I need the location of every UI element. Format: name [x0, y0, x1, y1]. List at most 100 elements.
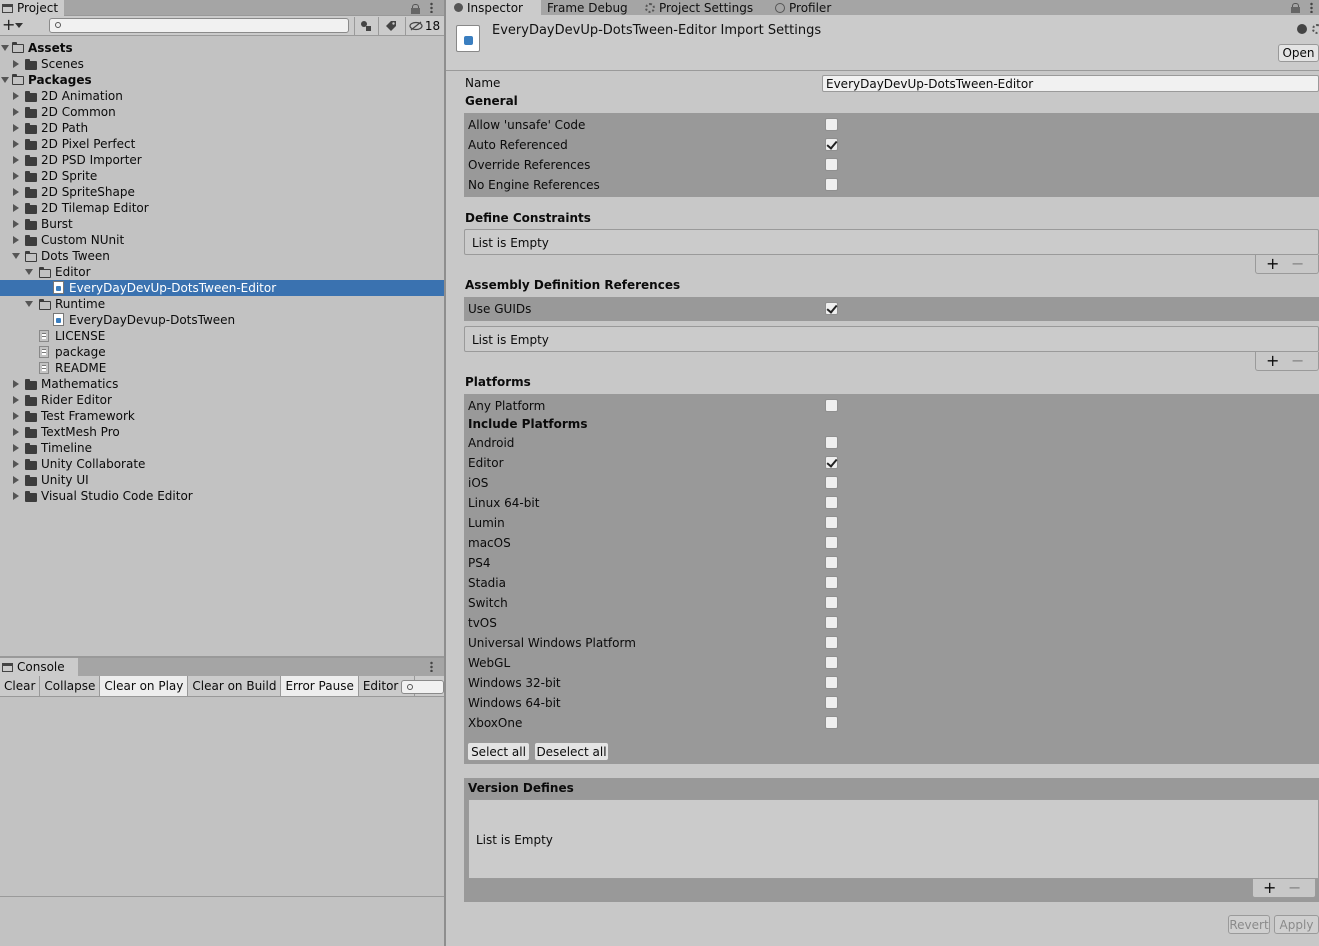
help-icon[interactable]	[1297, 24, 1307, 34]
foldout-open-icon[interactable]	[25, 301, 33, 307]
remove-icon[interactable]: −	[1291, 255, 1304, 272]
deselect-all-button[interactable]: Deselect all	[534, 742, 609, 761]
foldout-closed-icon[interactable]	[13, 412, 19, 420]
any-platform-checkbox[interactable]	[825, 399, 838, 412]
override-references-checkbox[interactable]	[825, 158, 838, 171]
tree-item-runtime[interactable]: Runtime	[0, 296, 444, 312]
tree-item-2d-sprite[interactable]: 2D Sprite	[0, 168, 444, 184]
apply-button[interactable]: Apply	[1274, 915, 1319, 934]
no-engine-references-checkbox[interactable]	[825, 178, 838, 191]
platform-lumin-checkbox[interactable]	[825, 516, 838, 529]
tree-item-timeline[interactable]: Timeline	[0, 440, 444, 456]
tree-item-everydaydevup-dotstween[interactable]: EveryDayDevup-DotsTween	[0, 312, 444, 328]
tree-item-mathematics[interactable]: Mathematics	[0, 376, 444, 392]
tree-item-packages[interactable]: Packages	[0, 72, 444, 88]
tree-item-editor[interactable]: Editor	[0, 264, 444, 280]
name-field[interactable]: EveryDayDevUp-DotsTween-Editor	[822, 75, 1319, 92]
search-by-type-button[interactable]	[354, 17, 376, 35]
platform-switch-checkbox[interactable]	[825, 596, 838, 609]
foldout-closed-icon[interactable]	[13, 124, 19, 132]
collapse-toggle[interactable]: Collapse	[40, 676, 101, 696]
tab-profiler[interactable]: Profiler	[769, 0, 837, 15]
foldout-closed-icon[interactable]	[13, 140, 19, 148]
select-all-button[interactable]: Select all	[467, 742, 530, 761]
tree-item-2d-spriteshape[interactable]: 2D SpriteShape	[0, 184, 444, 200]
tree-item-2d-tilemap-editor[interactable]: 2D Tilemap Editor	[0, 200, 444, 216]
platform-win32-checkbox[interactable]	[825, 676, 838, 689]
foldout-closed-icon[interactable]	[13, 492, 19, 500]
kebab-menu-icon[interactable]	[430, 2, 433, 13]
foldout-closed-icon[interactable]	[13, 92, 19, 100]
hidden-packages-button[interactable]: 18	[405, 17, 443, 35]
tree-item-burst[interactable]: Burst	[0, 216, 444, 232]
tree-item-dots-tween[interactable]: Dots Tween	[0, 248, 444, 264]
foldout-closed-icon[interactable]	[13, 428, 19, 436]
foldout-closed-icon[interactable]	[13, 172, 19, 180]
tree-item-test-framework[interactable]: Test Framework	[0, 408, 444, 424]
foldout-open-icon[interactable]	[1, 45, 9, 51]
platform-linux64-checkbox[interactable]	[825, 496, 838, 509]
foldout-closed-icon[interactable]	[13, 60, 19, 68]
tab-frame-debug[interactable]: Frame Debug	[541, 0, 634, 15]
foldout-closed-icon[interactable]	[13, 108, 19, 116]
tree-item-unity-ui[interactable]: Unity UI	[0, 472, 444, 488]
foldout-open-icon[interactable]	[12, 253, 20, 259]
tree-item-2d-pixel-perfect[interactable]: 2D Pixel Perfect	[0, 136, 444, 152]
revert-button[interactable]: Revert	[1228, 915, 1270, 934]
tab-project[interactable]: Project	[0, 0, 65, 16]
platform-android-checkbox[interactable]	[825, 436, 838, 449]
clear-button[interactable]: Clear	[0, 676, 41, 696]
tree-item-package[interactable]: package	[0, 344, 444, 360]
platform-uwp-checkbox[interactable]	[825, 636, 838, 649]
use-guids-checkbox[interactable]	[825, 302, 838, 315]
tree-item-textmesh-pro[interactable]: TextMesh Pro	[0, 424, 444, 440]
foldout-open-icon[interactable]	[25, 269, 33, 275]
tree-item-2d-animation[interactable]: 2D Animation	[0, 88, 444, 104]
remove-icon[interactable]: −	[1288, 879, 1301, 896]
auto-referenced-checkbox[interactable]	[825, 138, 838, 151]
foldout-closed-icon[interactable]	[13, 204, 19, 212]
lock-icon[interactable]	[411, 4, 420, 14]
foldout-closed-icon[interactable]	[13, 396, 19, 404]
tree-item-2d-path[interactable]: 2D Path	[0, 120, 444, 136]
clear-on-play-toggle[interactable]: Clear on Play	[100, 676, 189, 696]
tree-item-2d-psd-importer[interactable]: 2D PSD Importer	[0, 152, 444, 168]
lock-icon[interactable]	[1291, 3, 1300, 13]
create-plus-icon[interactable]: +	[2, 17, 15, 33]
foldout-closed-icon[interactable]	[13, 380, 19, 388]
add-icon[interactable]: +	[1266, 255, 1279, 272]
clear-on-build-toggle[interactable]: Clear on Build	[188, 676, 282, 696]
platform-xboxone-checkbox[interactable]	[825, 716, 838, 729]
tree-item-readme[interactable]: README	[0, 360, 444, 376]
error-pause-toggle[interactable]: Error Pause	[281, 676, 359, 696]
tree-item-assets[interactable]: Assets	[0, 40, 444, 56]
create-dropdown-caret-icon[interactable]	[15, 23, 23, 28]
foldout-closed-icon[interactable]	[13, 444, 19, 452]
add-icon[interactable]: +	[1263, 879, 1276, 896]
platform-stadia-checkbox[interactable]	[825, 576, 838, 589]
foldout-open-icon[interactable]	[1, 77, 9, 83]
console-search-input[interactable]	[401, 680, 444, 694]
kebab-menu-icon[interactable]	[1310, 2, 1313, 13]
settings-gear-icon[interactable]	[1312, 24, 1319, 34]
foldout-closed-icon[interactable]	[13, 236, 19, 244]
platform-win64-checkbox[interactable]	[825, 696, 838, 709]
platform-tvos-checkbox[interactable]	[825, 616, 838, 629]
foldout-closed-icon[interactable]	[13, 476, 19, 484]
remove-icon[interactable]: −	[1291, 352, 1304, 369]
tree-item-custom-nunit[interactable]: Custom NUnit	[0, 232, 444, 248]
open-button[interactable]: Open	[1278, 44, 1319, 62]
tree-item-unity-collaborate[interactable]: Unity Collaborate	[0, 456, 444, 472]
platform-macos-checkbox[interactable]	[825, 536, 838, 549]
add-icon[interactable]: +	[1266, 352, 1279, 369]
kebab-menu-icon[interactable]	[430, 661, 433, 672]
tree-item-visual-studio-code-editor[interactable]: Visual Studio Code Editor	[0, 488, 444, 504]
allow-unsafe-checkbox[interactable]	[825, 118, 838, 131]
tab-inspector[interactable]: Inspector	[446, 0, 541, 15]
platform-editor-checkbox[interactable]	[825, 456, 838, 469]
foldout-closed-icon[interactable]	[13, 188, 19, 196]
foldout-closed-icon[interactable]	[13, 220, 19, 228]
tree-item-rider-editor[interactable]: Rider Editor	[0, 392, 444, 408]
tab-project-settings[interactable]: Project Settings	[639, 0, 759, 15]
tree-item-everydaydevup-dotstween-editor[interactable]: EveryDayDevUp-DotsTween-Editor	[0, 280, 444, 296]
